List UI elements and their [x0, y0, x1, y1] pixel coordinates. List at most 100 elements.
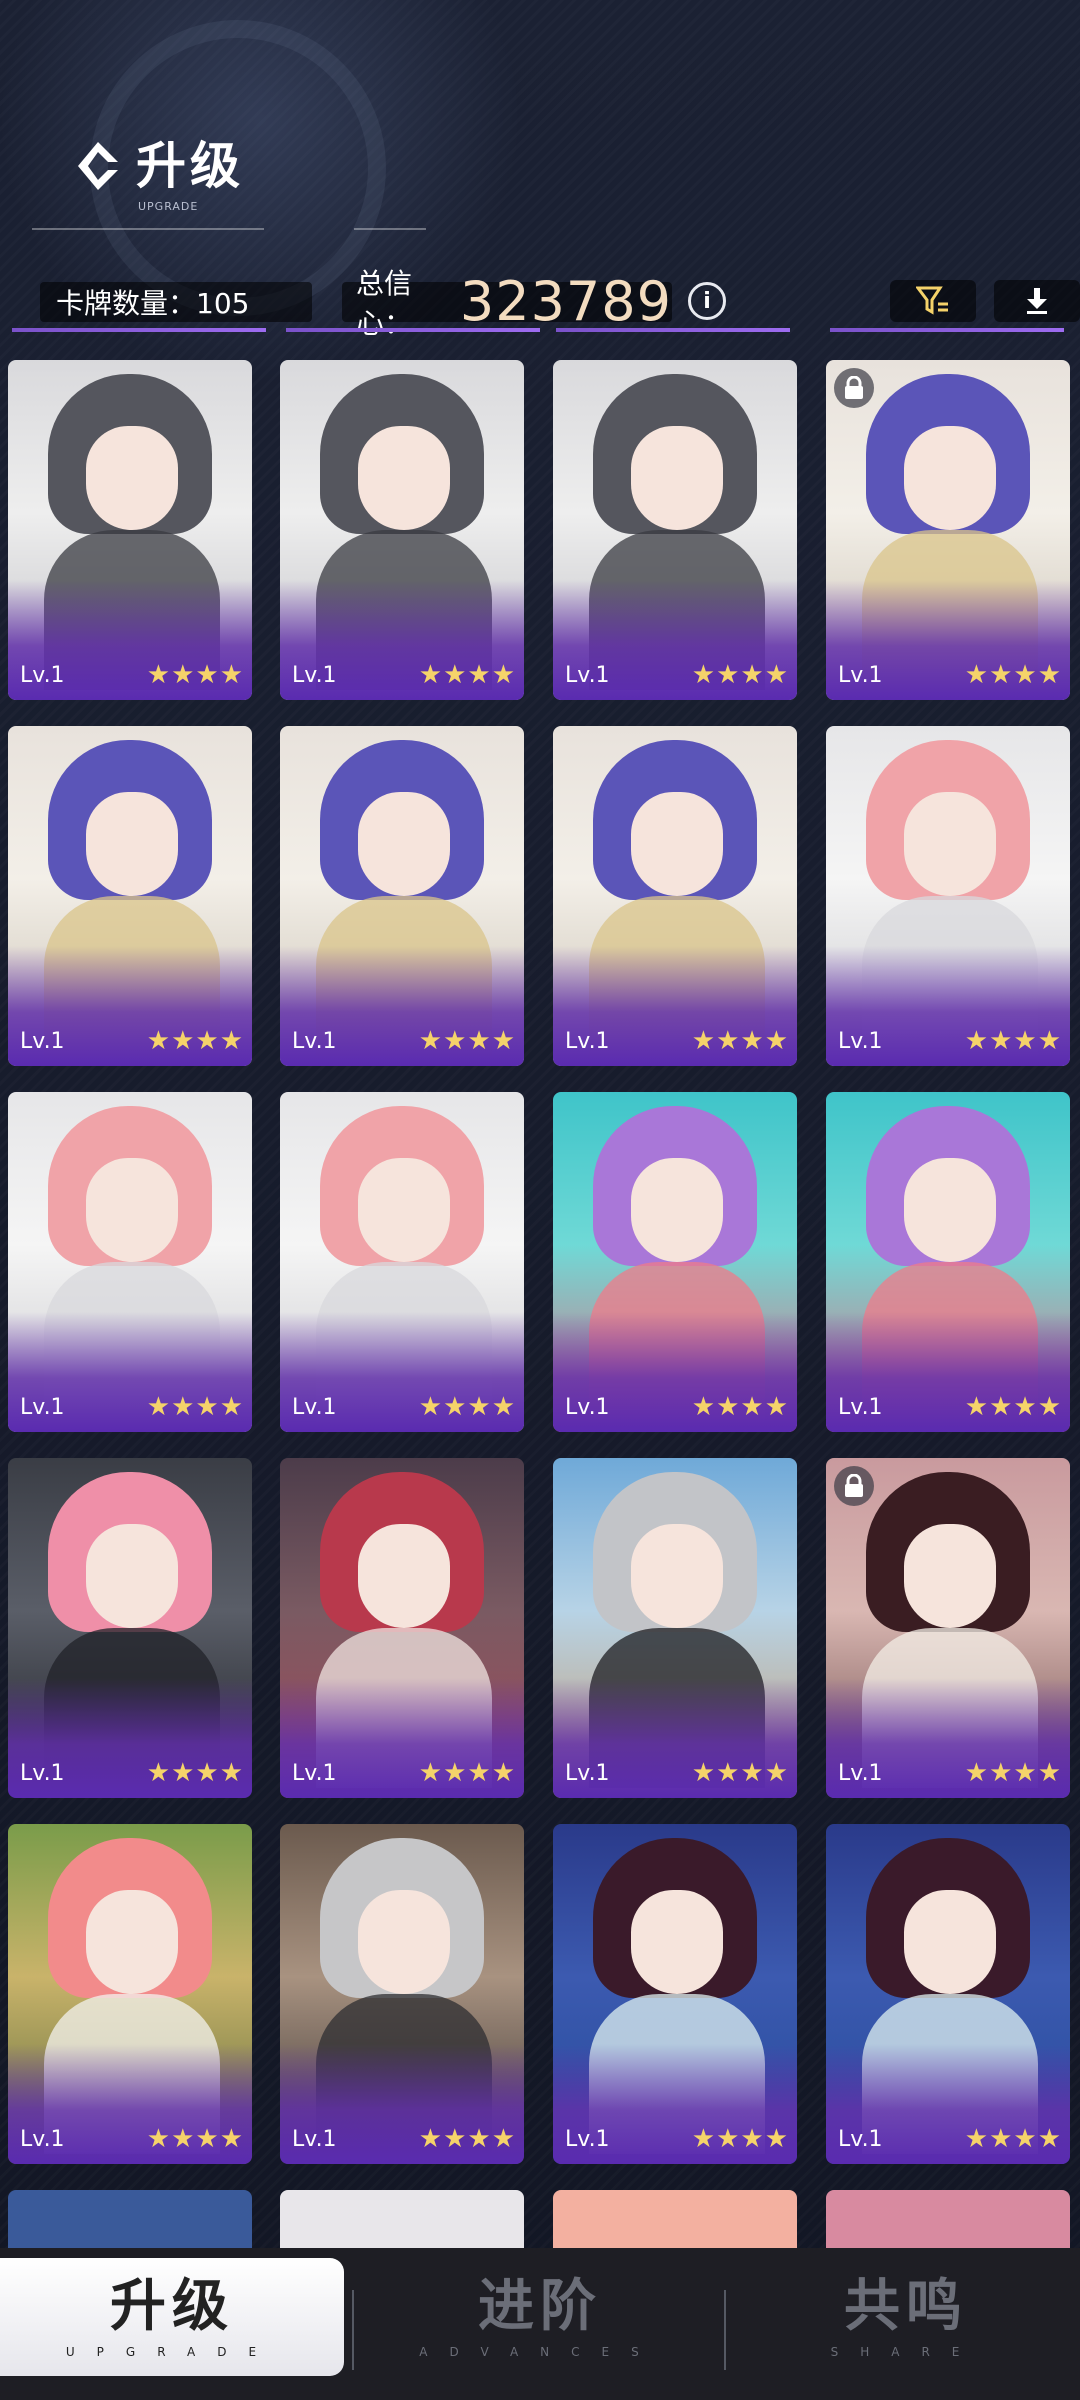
card-stars: ★★★★ [146, 1392, 244, 1422]
card-stars: ★★★★ [691, 1392, 789, 1422]
page-subtitle: UPGRADE [138, 200, 199, 213]
card-level: Lv.1 [20, 1761, 65, 1786]
character-card[interactable]: Lv.1 ★★★★ [280, 1458, 524, 1798]
download-button[interactable] [994, 280, 1080, 322]
character-card[interactable]: Lv.1 ★★★★ [8, 1824, 252, 2164]
character-face [631, 1524, 723, 1628]
character-card[interactable]: Lv.1 ★★★★ [553, 726, 797, 1066]
character-card[interactable]: Lv.1 ★★★★ [826, 1092, 1070, 1432]
card-stars: ★★★★ [146, 1758, 244, 1788]
card-stars: ★★★★ [691, 2124, 789, 2154]
character-card[interactable]: Lv.1 ★★★★ [8, 726, 252, 1066]
character-face [631, 1890, 723, 1994]
nav-divider [724, 2290, 726, 2370]
page-title-group: 升级 [74, 138, 244, 194]
title-divider-short [354, 228, 426, 230]
card-stars: ★★★★ [146, 1026, 244, 1056]
character-card-partial[interactable] [826, 2190, 1070, 2250]
bottom-nav: 升级 UPGRADE 进阶 ADVANCES 共鸣 SHARE [0, 2248, 1080, 2400]
character-card[interactable]: Lv.1 ★★★★ [280, 360, 524, 700]
card-count: 卡牌数量：105 [40, 282, 312, 322]
character-card-partial[interactable] [553, 2190, 797, 2250]
title-divider [32, 228, 264, 230]
character-card-partial[interactable] [8, 2190, 252, 2250]
character-card[interactable]: Lv.1 ★★★★ [553, 1458, 797, 1798]
card-stars: ★★★★ [418, 1758, 516, 1788]
card-stars: ★★★★ [418, 660, 516, 690]
character-face [631, 1158, 723, 1262]
card-level: Lv.1 [292, 1395, 337, 1420]
card-level: Lv.1 [292, 1761, 337, 1786]
card-stars: ★★★★ [418, 2124, 516, 2154]
card-stars: ★★★★ [964, 1758, 1062, 1788]
tab-sublabel: SHARE [830, 2345, 982, 2359]
card-level: Lv.1 [838, 663, 883, 688]
character-card[interactable]: Lv.1 ★★★★ [8, 1092, 252, 1432]
card-level: Lv.1 [20, 1029, 65, 1054]
character-card[interactable]: Lv.1 ★★★★ [826, 1458, 1070, 1798]
filter-button[interactable] [890, 280, 976, 322]
confidence-value: 323789 [459, 270, 672, 333]
card-level: Lv.1 [565, 2127, 610, 2152]
tab-underline [830, 328, 1064, 332]
tab-sublabel: ADVANCES [419, 2345, 661, 2359]
card-level: Lv.1 [838, 1395, 883, 1420]
character-face [86, 1524, 178, 1628]
card-level: Lv.1 [838, 1029, 883, 1054]
card-level: Lv.1 [565, 1395, 610, 1420]
character-face [904, 426, 996, 530]
card-stars: ★★★★ [146, 660, 244, 690]
card-stars: ★★★★ [691, 1758, 789, 1788]
page-title: 升级 [136, 137, 244, 195]
character-face [904, 1158, 996, 1262]
character-card[interactable]: Lv.1 ★★★★ [8, 1458, 252, 1798]
character-face [904, 1524, 996, 1628]
card-level: Lv.1 [565, 1029, 610, 1054]
card-stars: ★★★★ [146, 2124, 244, 2154]
character-card[interactable]: Lv.1 ★★★★ [826, 1824, 1070, 2164]
tab-advances[interactable]: 进阶 ADVANCES [360, 2258, 720, 2376]
card-stars: ★★★★ [964, 660, 1062, 690]
card-level: Lv.1 [20, 2127, 65, 2152]
card-stars: ★★★★ [418, 1026, 516, 1056]
character-card[interactable]: Lv.1 ★★★★ [280, 1824, 524, 2164]
character-face [904, 792, 996, 896]
character-card[interactable]: Lv.1 ★★★★ [826, 360, 1070, 700]
card-stars: ★★★★ [964, 1392, 1062, 1422]
character-card[interactable]: Lv.1 ★★★★ [553, 1092, 797, 1432]
character-card[interactable]: Lv.1 ★★★★ [280, 1092, 524, 1432]
card-level: Lv.1 [838, 1761, 883, 1786]
card-level: Lv.1 [838, 2127, 883, 2152]
character-face [358, 1158, 450, 1262]
character-card[interactable]: Lv.1 ★★★★ [280, 726, 524, 1066]
card-level: Lv.1 [565, 663, 610, 688]
download-icon [1027, 288, 1047, 314]
character-face [86, 426, 178, 530]
character-face [358, 1524, 450, 1628]
character-card-partial[interactable] [280, 2190, 524, 2250]
diamond-arrow-icon[interactable] [74, 138, 122, 194]
character-card[interactable]: Lv.1 ★★★★ [553, 360, 797, 700]
tab-share[interactable]: 共鸣 SHARE [726, 2258, 1080, 2376]
tab-label: 升级 [110, 2274, 234, 2339]
lock-icon[interactable] [834, 368, 874, 408]
card-level: Lv.1 [292, 1029, 337, 1054]
tab-upgrade[interactable]: 升级 UPGRADE [0, 2258, 344, 2376]
character-face [631, 792, 723, 896]
character-card[interactable]: Lv.1 ★★★★ [553, 1824, 797, 2164]
info-icon[interactable]: i [688, 282, 726, 320]
tab-label: 共鸣 [844, 2274, 968, 2339]
header: 升级 UPGRADE 卡牌数量：105 总信心： 323789 i [0, 0, 1080, 340]
card-level: Lv.1 [20, 1395, 65, 1420]
card-level: Lv.1 [565, 1761, 610, 1786]
lock-icon[interactable] [834, 1466, 874, 1506]
character-face [86, 1890, 178, 1994]
tab-label: 进阶 [478, 2274, 602, 2339]
character-face [358, 426, 450, 530]
character-face [86, 792, 178, 896]
character-face [631, 426, 723, 530]
character-card[interactable]: Lv.1 ★★★★ [826, 726, 1070, 1066]
tab-underline [12, 328, 266, 332]
character-card[interactable]: Lv.1 ★★★★ [8, 360, 252, 700]
tab-sublabel: UPGRADE [65, 2345, 279, 2359]
